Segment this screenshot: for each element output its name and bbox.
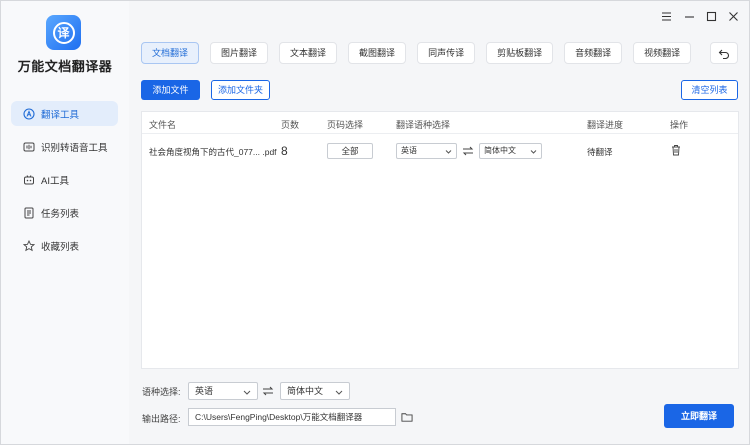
- clear-list-button[interactable]: 清空列表: [681, 80, 738, 100]
- sidebar-item-ai-tools[interactable]: AI工具: [11, 167, 118, 192]
- add-folder-button[interactable]: 添加文件夹: [211, 80, 270, 100]
- source-language-select[interactable]: 英语: [396, 143, 457, 159]
- output-path-label: 输出路径:: [142, 414, 181, 424]
- language-label: 语种选择:: [142, 387, 181, 397]
- close-icon[interactable]: [726, 9, 740, 23]
- page-select-button[interactable]: 全部: [327, 143, 373, 159]
- back-arrow-icon: [718, 47, 730, 59]
- sidebar-item-label: 翻译工具: [41, 109, 80, 121]
- translate-now-button[interactable]: 立即翻译: [664, 404, 734, 428]
- feature-tabs: 文档翻译 图片翻译 文本翻译 截图翻译 同声传译 剪贴板翻译 音频翻译 视频翻译: [141, 42, 702, 64]
- sidebar-item-translate-tools[interactable]: 翻译工具: [11, 101, 118, 126]
- chevron-down-icon: [243, 388, 251, 396]
- tab-text-translate[interactable]: 文本翻译: [279, 42, 338, 64]
- menu-icon[interactable]: [659, 9, 673, 23]
- chevron-down-icon: [335, 388, 343, 396]
- header-language-select: 翻译语种选择: [396, 120, 451, 130]
- swap-languages-icon[interactable]: [462, 145, 474, 157]
- header-progress: 翻译进度: [587, 120, 624, 130]
- source-language-value: 英语: [401, 146, 417, 155]
- maximize-icon[interactable]: [704, 9, 718, 23]
- sidebar-item-label: 任务列表: [41, 208, 80, 220]
- tab-audio-translate[interactable]: 音频翻译: [564, 42, 623, 64]
- header-pages: 页数: [281, 120, 300, 130]
- header-page-select: 页码选择: [327, 120, 364, 130]
- sidebar-item-favorites[interactable]: 收藏列表: [11, 233, 118, 258]
- table-header: 文件名 页数 页码选择 翻译语种选择 翻译进度 操作: [142, 112, 738, 134]
- robot-icon: [23, 174, 35, 186]
- task-list-icon: [23, 207, 35, 219]
- translate-icon: [23, 107, 35, 120]
- sidebar-item-task-list[interactable]: 任务列表: [11, 200, 118, 225]
- file-name: 社会角度视角下的古代_077... .pdf: [149, 147, 277, 157]
- sidebar: 译 万能文档翻译器 翻译工具 识别转语音工具 AI工具 任务列表 收藏列表: [1, 1, 129, 444]
- sidebar-item-speech-tools[interactable]: 识别转语音工具: [11, 134, 118, 159]
- sidebar-item-label: 收藏列表: [41, 241, 80, 253]
- bottom-target-language-value: 简体中文: [287, 386, 324, 396]
- tab-clipboard-translate[interactable]: 剪贴板翻译: [486, 42, 554, 64]
- progress-status: 待翻译: [587, 147, 613, 157]
- header-actions: 操作: [670, 120, 689, 130]
- logo-char: 译: [52, 21, 75, 44]
- file-table: 文件名 页数 页码选择 翻译语种选择 翻译进度 操作 社会角度视角下的古代_07…: [141, 111, 739, 369]
- minimize-icon[interactable]: [682, 9, 696, 23]
- tab-screenshot-translate[interactable]: 截图翻译: [348, 42, 407, 64]
- delete-icon[interactable]: [670, 144, 682, 156]
- output-path-field[interactable]: C:\Users\FengPing\Desktop\万能文档翻译器: [188, 408, 396, 426]
- app-window: 译 万能文档翻译器 翻译工具 识别转语音工具 AI工具 任务列表 收藏列表 文档…: [0, 0, 750, 445]
- target-language-value: 简体中文: [484, 146, 516, 155]
- bottom-source-language-value: 英语: [195, 386, 214, 396]
- tab-video-translate[interactable]: 视频翻译: [633, 42, 692, 64]
- swap-languages-icon[interactable]: [262, 385, 274, 397]
- back-button[interactable]: [710, 42, 738, 64]
- add-file-button[interactable]: 添加文件: [141, 80, 200, 100]
- page-count: 8: [281, 144, 288, 158]
- tab-simultaneous-interpretation[interactable]: 同声传译: [417, 42, 476, 64]
- speech-icon: [23, 141, 35, 153]
- star-icon: [23, 239, 35, 252]
- sidebar-item-label: 识别转语音工具: [41, 142, 108, 154]
- table-row: 社会角度视角下的古代_077... .pdf 8 全部 英语 简体中文 待翻译: [142, 140, 738, 162]
- bottom-target-language-select[interactable]: 简体中文: [280, 382, 350, 400]
- target-language-select[interactable]: 简体中文: [479, 143, 542, 159]
- header-filename: 文件名: [149, 120, 177, 130]
- chevron-down-icon: [530, 148, 537, 155]
- chevron-down-icon: [445, 148, 452, 155]
- app-name: 万能文档翻译器: [17, 59, 113, 74]
- tab-image-translate[interactable]: 图片翻译: [210, 42, 269, 64]
- app-logo: 译: [46, 15, 81, 50]
- bottom-source-language-select[interactable]: 英语: [188, 382, 258, 400]
- sidebar-item-label: AI工具: [41, 175, 69, 187]
- tab-document-translate[interactable]: 文档翻译: [141, 42, 200, 64]
- folder-icon[interactable]: [401, 411, 414, 423]
- sidebar-nav: 翻译工具 识别转语音工具 AI工具 任务列表 收藏列表: [11, 101, 118, 266]
